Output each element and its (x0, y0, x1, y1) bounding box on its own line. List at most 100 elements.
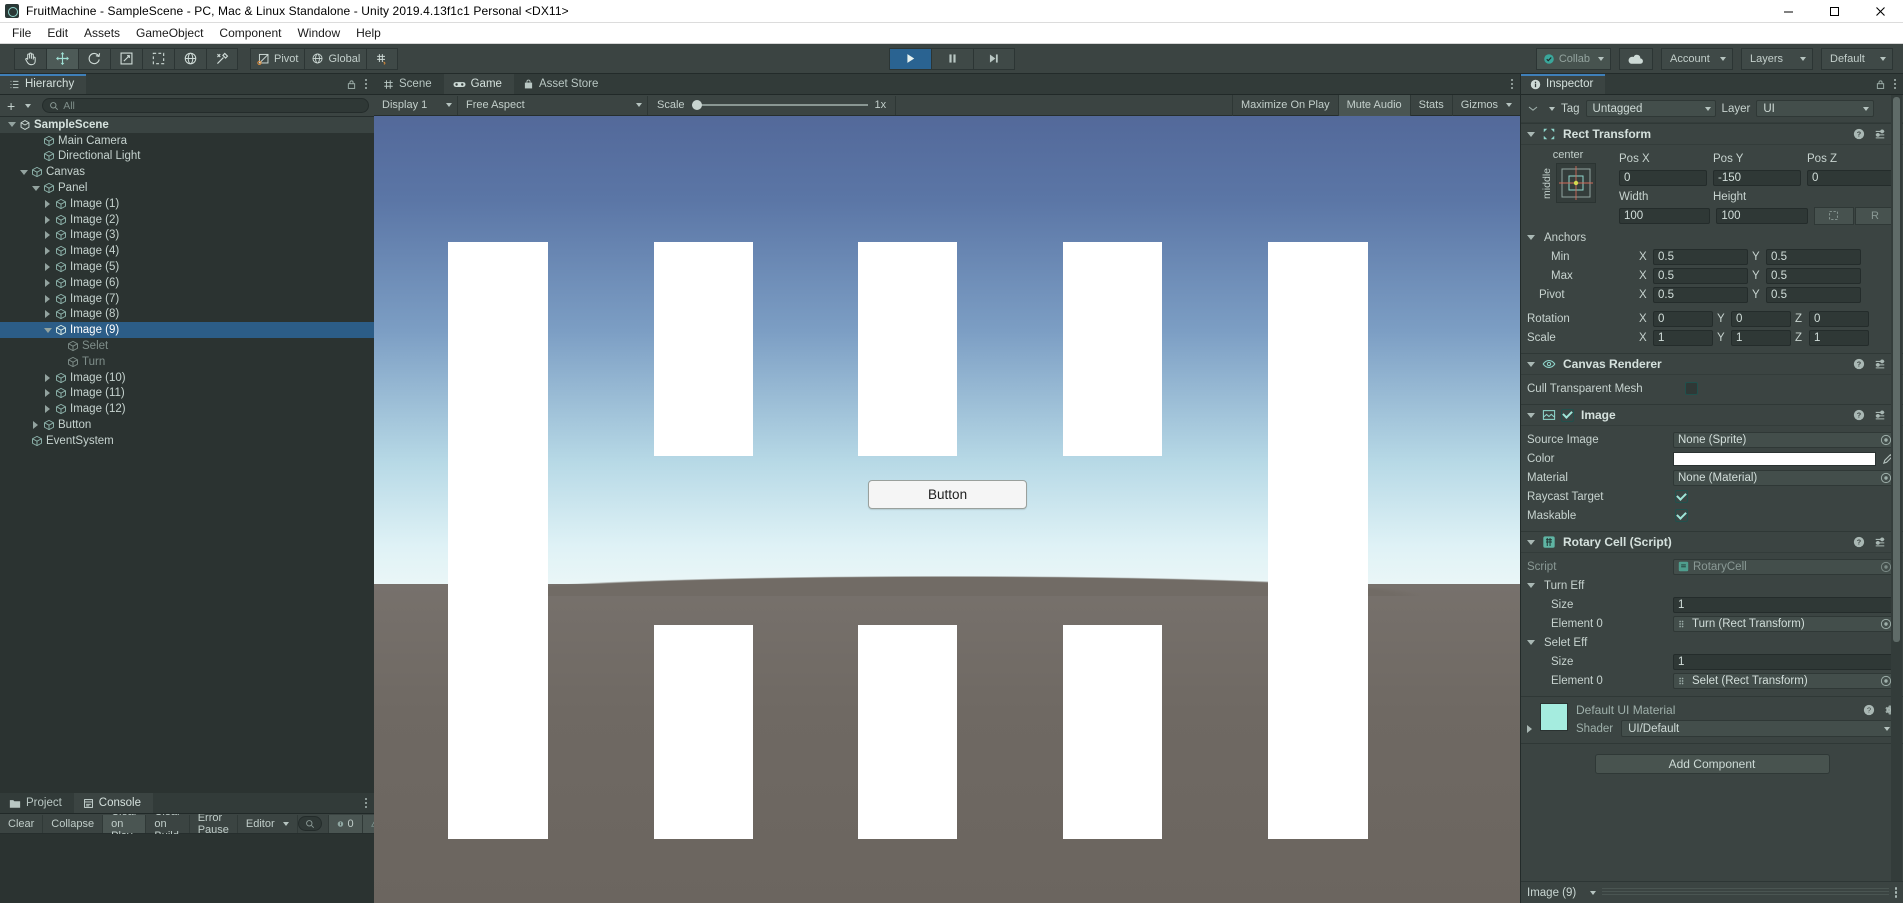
menu-component[interactable]: Component (211, 24, 289, 42)
grid-snap-icon[interactable] (366, 47, 399, 70)
game-cell-11[interactable] (1062, 625, 1163, 840)
tab-project[interactable]: Project (0, 793, 74, 813)
image-enabled-checkbox[interactable] (1561, 408, 1574, 422)
tab-inspector[interactable]: Inspector (1521, 74, 1606, 94)
menu-assets[interactable]: Assets (76, 24, 128, 42)
hierarchy-item-canvas[interactable]: Canvas (0, 164, 374, 180)
console-menu-icon[interactable] (364, 797, 367, 809)
game-cell-5[interactable] (1267, 241, 1368, 456)
hierarchy-item-samplescene[interactable]: SampleScene (0, 117, 374, 133)
hierarchy-item-image-7[interactable]: Image (7) (0, 291, 374, 307)
menu-gameobject[interactable]: GameObject (128, 24, 211, 42)
cloud-button[interactable] (1619, 47, 1653, 70)
foldout-right-icon[interactable] (42, 199, 53, 208)
footer-menu-icon[interactable] (1894, 887, 1897, 898)
foldout-right-icon[interactable] (42, 294, 53, 303)
console-clear-on-play-button[interactable]: Clear on Play (103, 806, 147, 842)
hierarchy-menu-icon[interactable] (364, 78, 367, 90)
foldout-right-icon[interactable] (42, 310, 53, 319)
tab-console[interactable]: Console (73, 793, 153, 813)
inspector-menu-icon[interactable] (1893, 78, 1896, 90)
foldout-right-icon[interactable] (42, 373, 53, 382)
pos-y-input[interactable]: -150 (1713, 169, 1801, 186)
foldout-right-icon[interactable] (42, 278, 53, 287)
game-cell-2[interactable] (653, 241, 754, 456)
tag-dropdown[interactable]: Untagged (1585, 100, 1716, 117)
material-field[interactable]: None (Material) (1673, 469, 1895, 486)
rotation-z-input[interactable]: 0 (1809, 310, 1869, 327)
height-input[interactable]: 100 (1716, 207, 1808, 224)
pos-z-input[interactable]: 0 (1807, 169, 1895, 186)
source-image-field[interactable]: None (Sprite) (1673, 431, 1895, 448)
console-clear-on-build-button[interactable]: Clear on Build (146, 806, 190, 842)
console-collapse-button[interactable]: Collapse (43, 814, 104, 833)
game-cell-3[interactable] (857, 241, 958, 456)
console-clear-button[interactable]: Clear (0, 814, 44, 833)
custom-tool-button[interactable] (206, 47, 238, 70)
add-gameobject-button[interactable]: + (5, 98, 33, 114)
gizmos-button[interactable]: Gizmos (1451, 94, 1520, 116)
hierarchy-item-image-1[interactable]: Image (1) (0, 196, 374, 212)
rect-transform-foldout-icon[interactable] (1527, 131, 1535, 137)
rotary-cell-header[interactable]: Rotary Cell (Script) ? (1521, 531, 1903, 553)
game-view-canvas[interactable]: Button (374, 116, 1520, 903)
anchor-max-x-input[interactable]: 0.5 (1653, 267, 1748, 284)
rotation-x-input[interactable]: 0 (1653, 310, 1713, 327)
hierarchy-item-panel[interactable]: Panel (0, 180, 374, 196)
game-cell-6[interactable] (448, 433, 549, 648)
blueprint-mode-button[interactable] (1813, 206, 1854, 225)
anchor-min-x-input[interactable]: 0.5 (1653, 248, 1748, 265)
foldout-right-icon[interactable] (30, 421, 41, 430)
console-error-pause-button[interactable]: Error Pause (190, 812, 238, 836)
hierarchy-search-input[interactable]: All (42, 98, 369, 113)
static-flags-icon[interactable] (1527, 105, 1555, 113)
tab-game[interactable]: Game (443, 74, 514, 94)
game-cell-10[interactable] (857, 625, 958, 840)
display-dropdown[interactable]: Display 1 (374, 95, 458, 115)
turn-eff-element0-field[interactable]: Turn (Rect Transform) (1673, 615, 1895, 632)
shader-dropdown[interactable]: UI/Default (1621, 720, 1895, 737)
pivot-y-input[interactable]: 0.5 (1766, 286, 1861, 303)
scale-slider[interactable] (691, 99, 868, 111)
hand-tool-button[interactable] (14, 47, 46, 70)
foldout-down-icon[interactable] (18, 169, 29, 175)
width-input[interactable]: 100 (1619, 207, 1711, 224)
hierarchy-item-image-11[interactable]: Image (11) (0, 386, 374, 402)
hierarchy-item-image-12[interactable]: Image (12) (0, 401, 374, 417)
hierarchy-item-selet[interactable]: Selet (0, 338, 374, 354)
tab-scene[interactable]: Scene (374, 74, 444, 94)
foldout-down-icon[interactable] (42, 327, 53, 333)
menu-file[interactable]: File (4, 24, 39, 42)
hierarchy-tree[interactable]: SampleScene Main Camera Directional Ligh… (0, 117, 374, 793)
game-button[interactable]: Button (867, 479, 1028, 509)
maskable-checkbox[interactable] (1675, 509, 1688, 522)
foldout-right-icon[interactable] (42, 247, 53, 256)
hierarchy-item-image-3[interactable]: Image (3) (0, 228, 374, 244)
color-swatch-field[interactable] (1673, 451, 1876, 466)
mute-audio-button[interactable]: Mute Audio (1337, 94, 1410, 116)
layer-dropdown[interactable]: UI (1756, 100, 1875, 117)
maximize-on-play-button[interactable]: Maximize On Play (1231, 94, 1338, 116)
game-cell-12[interactable] (1267, 625, 1368, 840)
game-cell-4[interactable] (1062, 241, 1163, 456)
account-dropdown[interactable]: Account (1661, 47, 1733, 70)
scale-slider-group[interactable]: Scale 1x (648, 95, 897, 115)
selet-eff-size-input[interactable]: 1 (1673, 653, 1895, 670)
raw-edit-button[interactable]: R (1854, 206, 1895, 225)
play-button[interactable] (888, 47, 931, 70)
anchor-min-y-input[interactable]: 0.5 (1766, 248, 1861, 265)
cull-transparent-mesh-checkbox[interactable] (1685, 382, 1698, 395)
close-button[interactable] (1857, 0, 1903, 23)
anchor-max-y-input[interactable]: 0.5 (1766, 267, 1861, 284)
anchor-preset-widget[interactable] (1555, 163, 1596, 203)
hierarchy-item-image-9[interactable]: Image (9) (0, 322, 374, 339)
add-component-button[interactable]: Add Component (1594, 754, 1830, 774)
console-info-count[interactable]: 0 (327, 814, 362, 833)
hierarchy-item-image-5[interactable]: Image (5) (0, 259, 374, 275)
hierarchy-item-eventsystem[interactable]: EventSystem (0, 433, 374, 449)
pos-x-input[interactable]: 0 (1619, 169, 1707, 186)
stats-button[interactable]: Stats (1409, 94, 1452, 116)
pivot-toggle-button[interactable]: Pivot (250, 47, 305, 70)
scale-x-input[interactable]: 1 (1653, 329, 1713, 346)
foldout-right-icon[interactable] (42, 405, 53, 414)
